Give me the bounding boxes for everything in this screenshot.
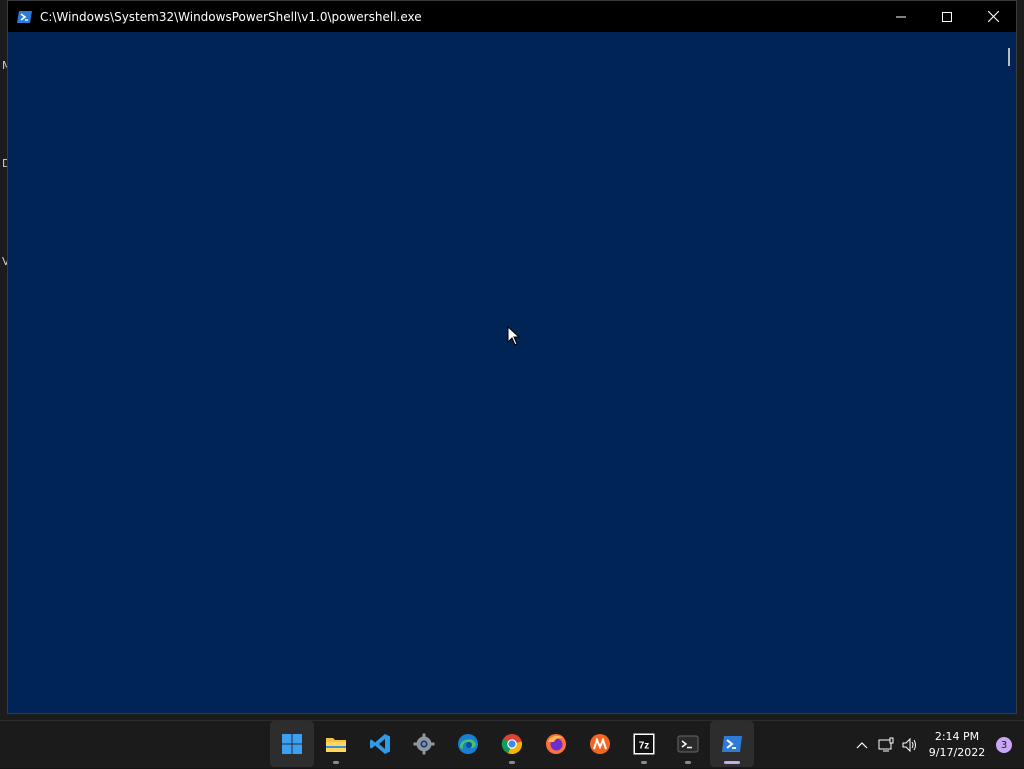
clock-date: 9/17/2022 [928, 746, 986, 759]
minimize-button[interactable] [878, 1, 924, 32]
taskbar-orange-app[interactable] [578, 721, 622, 767]
maximize-button[interactable] [924, 1, 970, 32]
scrollbar-thumb[interactable] [1008, 48, 1010, 66]
running-indicator [333, 761, 339, 764]
taskbar-file-explorer[interactable] [314, 721, 358, 767]
folder-icon [326, 738, 346, 752]
running-indicator [509, 761, 515, 764]
taskbar-powershell[interactable] [710, 721, 754, 767]
network-icon [878, 737, 894, 752]
console-area[interactable] [8, 32, 1016, 713]
running-indicator [641, 761, 647, 764]
maximize-icon [942, 11, 952, 22]
notification-badge[interactable]: 3 [996, 737, 1012, 753]
firefox-icon [546, 734, 566, 754]
powershell-icon[interactable] [17, 9, 33, 25]
taskbar-apps: 7z [270, 721, 754, 769]
window-title: C:\Windows\System32\WindowsPowerShell\v1… [40, 9, 422, 24]
taskbar-edge[interactable] [446, 721, 490, 767]
volume-button[interactable] [898, 727, 922, 763]
powershell-window[interactable]: C:\Windows\System32\WindowsPowerShell\v1… [7, 0, 1017, 714]
clock-time: 2:14 PM [934, 730, 980, 743]
volume-icon [902, 737, 916, 753]
focused-indicator [724, 761, 740, 764]
taskbar-vscode[interactable] [358, 721, 402, 767]
taskbar: 7z 2:14 PM 9/17/2022 3 [0, 720, 1024, 768]
network-button[interactable] [874, 727, 898, 763]
vertical-scrollbar[interactable] [999, 32, 1016, 713]
7zip-icon: 7z [633, 733, 655, 755]
close-icon [987, 11, 999, 22]
taskbar-chrome[interactable] [490, 721, 534, 767]
close-button[interactable] [970, 1, 1016, 32]
7zip-label: 7z [639, 741, 650, 752]
clock[interactable]: 2:14 PM 9/17/2022 [922, 729, 992, 761]
taskbar-terminal[interactable] [666, 721, 710, 767]
show-hidden-icons-button[interactable] [850, 727, 874, 763]
running-indicator [685, 761, 691, 764]
chevron-up-icon [856, 742, 868, 749]
chrome-icon [501, 734, 523, 755]
taskbar-firefox[interactable] [534, 721, 578, 767]
taskbar-7zip[interactable]: 7z [622, 721, 666, 767]
edge-icon [458, 734, 478, 754]
terminal-icon [677, 735, 699, 753]
minimize-icon [896, 16, 906, 17]
taskbar-settings[interactable] [402, 721, 446, 767]
gear-icon [413, 733, 435, 755]
orange-app-icon [590, 734, 610, 754]
title-bar[interactable]: C:\Windows\System32\WindowsPowerShell\v1… [8, 1, 1016, 32]
start-button[interactable] [270, 721, 314, 767]
powershell-icon [722, 736, 742, 752]
windows-start-icon [282, 734, 302, 754]
vscode-icon [370, 734, 390, 754]
system-tray: 2:14 PM 9/17/2022 3 [850, 721, 1024, 769]
mouse-cursor-icon [507, 326, 520, 346]
